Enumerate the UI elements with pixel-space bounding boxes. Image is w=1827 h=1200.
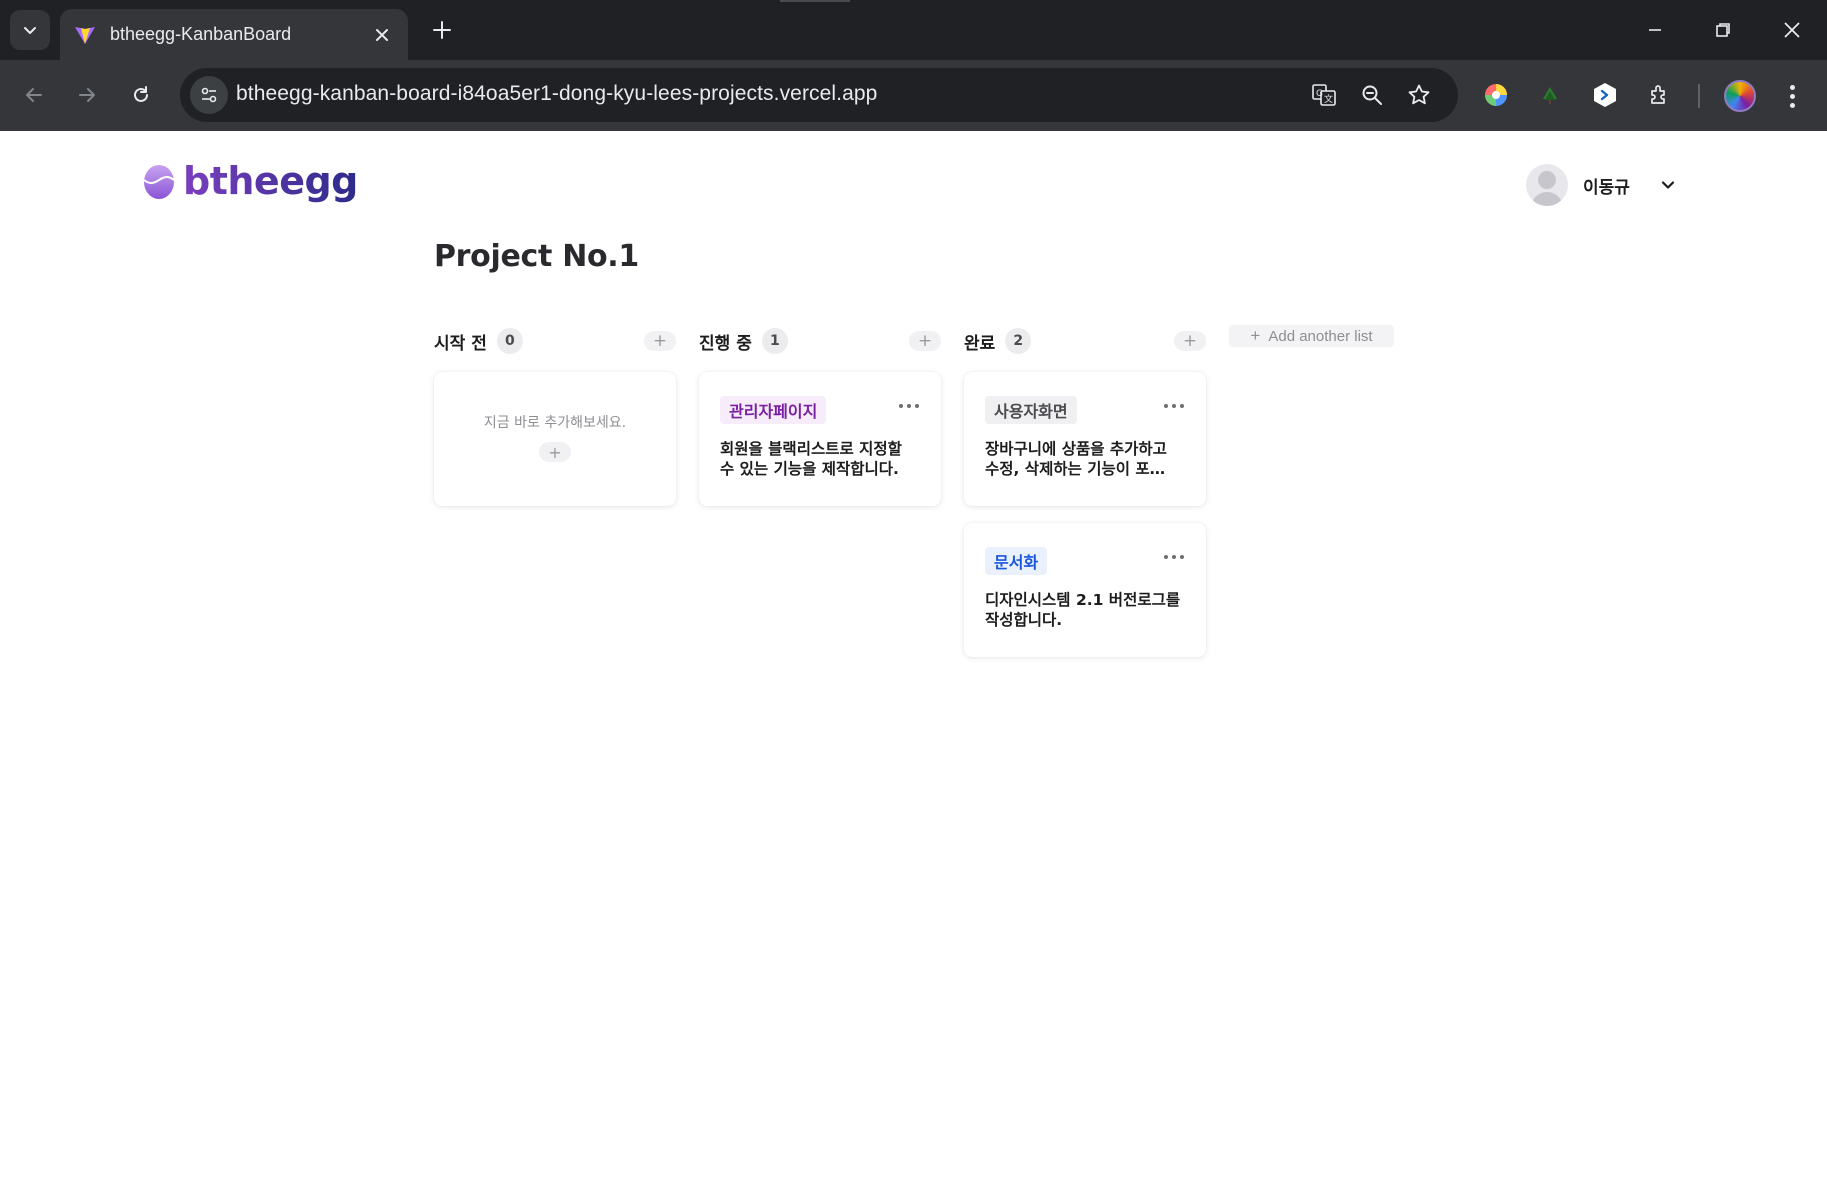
chevron-down-icon bbox=[24, 27, 36, 34]
empty-column-text: 지금 바로 추가해보세요. bbox=[483, 415, 627, 431]
tab-search-button[interactable] bbox=[10, 10, 50, 50]
zoom-icon[interactable] bbox=[1358, 81, 1386, 109]
chevron-down-icon[interactable] bbox=[1658, 175, 1678, 195]
card-tag: 관리자페이지 bbox=[720, 396, 827, 424]
translate-icon[interactable]: G文 bbox=[1310, 81, 1338, 109]
browser-menu-icon[interactable] bbox=[1780, 78, 1804, 114]
add-list-label: Add another list bbox=[1268, 327, 1373, 345]
column-count-badge: 2 bbox=[1005, 328, 1032, 354]
svg-text:文: 文 bbox=[1324, 93, 1333, 105]
user-avatar-icon bbox=[1526, 164, 1568, 206]
close-icon bbox=[1784, 22, 1800, 38]
column-count-badge: 0 bbox=[496, 328, 523, 354]
site-info-button[interactable] bbox=[190, 76, 228, 114]
kanban-page: btheegg 이동규 Project No.1 시작 전 0 + 지금 바로 … bbox=[0, 131, 1827, 1200]
arrow-right-icon bbox=[79, 88, 95, 102]
kanban-card[interactable]: 문서화 디자인시스템 2.1 버전로그를 작성합니다. bbox=[964, 523, 1206, 657]
column-in-progress: 진행 중 1 + 관리자페이지 회원을 블랙리스트로 지정할 수 있는 기능을 … bbox=[699, 326, 941, 506]
color-extension-icon[interactable] bbox=[1480, 79, 1512, 111]
column-header: 시작 전 0 + bbox=[434, 326, 676, 356]
minimize-window-button[interactable] bbox=[1628, 0, 1682, 60]
add-another-list-button[interactable]: + Add another list bbox=[1229, 325, 1394, 347]
kanban-card[interactable]: 관리자페이지 회원을 블랙리스트로 지정할 수 있는 기능을 제작합니다. bbox=[699, 372, 941, 506]
user-menu[interactable]: 이동규 bbox=[1526, 164, 1678, 206]
arrow-left-icon bbox=[26, 88, 42, 102]
extensions-puzzle-icon[interactable] bbox=[1644, 79, 1676, 111]
browser-toolbar: btheegg-kanban-board-i84oa5er1-dong-kyu-… bbox=[0, 60, 1827, 131]
card-tag: 문서화 bbox=[985, 547, 1048, 575]
vite-favicon-icon bbox=[75, 26, 95, 44]
more-options-icon[interactable] bbox=[1164, 553, 1184, 561]
logo-text: btheegg bbox=[183, 159, 358, 203]
card-tag: 사용자화면 bbox=[985, 396, 1077, 424]
card-description: 디자인시스템 2.1 버전로그를 작성합니다. bbox=[985, 591, 1181, 629]
browser-tab-bar: btheegg-KanbanBoard bbox=[0, 0, 1827, 60]
forward-button[interactable] bbox=[67, 75, 107, 115]
code-extension-icon[interactable] bbox=[1589, 79, 1621, 111]
brand-logo[interactable]: btheegg bbox=[143, 159, 358, 203]
add-card-button[interactable]: + bbox=[539, 442, 571, 462]
column-header: 완료 2 + bbox=[964, 326, 1206, 356]
egg-logo-icon bbox=[143, 165, 175, 199]
restore-window-button[interactable] bbox=[1696, 0, 1750, 60]
minimize-icon bbox=[1649, 29, 1661, 31]
plus-icon bbox=[433, 21, 451, 39]
column-title: 완료 bbox=[964, 333, 996, 354]
tab-strip-indicator bbox=[780, 0, 850, 2]
project-title: Project No.1 bbox=[434, 239, 639, 274]
column-header: 진행 중 1 + bbox=[699, 326, 941, 356]
more-options-icon[interactable] bbox=[899, 402, 919, 410]
tab-close-icon[interactable] bbox=[372, 25, 392, 45]
column-title: 시작 전 bbox=[434, 333, 487, 354]
reload-button[interactable] bbox=[121, 75, 161, 115]
back-button[interactable] bbox=[14, 75, 54, 115]
bookmark-star-icon[interactable] bbox=[1405, 81, 1433, 109]
address-bar[interactable]: btheegg-kanban-board-i84oa5er1-dong-kyu-… bbox=[180, 68, 1458, 122]
restore-icon bbox=[1716, 23, 1730, 37]
close-window-button[interactable] bbox=[1765, 0, 1819, 60]
tab-title: btheegg-KanbanBoard bbox=[110, 24, 292, 44]
reload-icon bbox=[134, 86, 148, 102]
column-todo: 시작 전 0 + 지금 바로 추가해보세요. + bbox=[434, 326, 676, 506]
kanban-card[interactable]: 사용자화면 장바구니에 상품을 추가하고 수정, 삭제하는 기능이 포… bbox=[964, 372, 1206, 506]
user-name: 이동규 bbox=[1583, 177, 1630, 198]
new-tab-button[interactable] bbox=[424, 12, 460, 48]
card-description: 회원을 블랙리스트로 지정할 수 있는 기능을 제작합니다. bbox=[720, 440, 902, 478]
svg-text:G: G bbox=[1316, 89, 1323, 99]
more-options-icon[interactable] bbox=[1164, 402, 1184, 410]
column-done: 완료 2 + 사용자화면 장바구니에 상품을 추가하고 수정, 삭제하는 기능이… bbox=[964, 326, 1206, 657]
toolbar-divider bbox=[1698, 84, 1700, 108]
plus-icon: + bbox=[1250, 326, 1261, 345]
add-card-button[interactable]: + bbox=[1174, 331, 1206, 351]
profile-avatar[interactable] bbox=[1724, 80, 1756, 112]
column-title: 진행 중 bbox=[699, 333, 752, 354]
tree-extension-icon[interactable] bbox=[1534, 79, 1566, 111]
card-description: 장바구니에 상품을 추가하고 수정, 삭제하는 기능이 포… bbox=[985, 440, 1167, 478]
column-count-badge: 1 bbox=[761, 328, 788, 354]
browser-tab-active[interactable]: btheegg-KanbanBoard bbox=[60, 9, 408, 60]
tune-icon bbox=[201, 87, 217, 103]
url-text[interactable]: btheegg-kanban-board-i84oa5er1-dong-kyu-… bbox=[236, 82, 877, 106]
empty-column-card: 지금 바로 추가해보세요. + bbox=[434, 372, 676, 506]
add-card-button[interactable]: + bbox=[644, 331, 676, 351]
add-card-button[interactable]: + bbox=[909, 331, 941, 351]
